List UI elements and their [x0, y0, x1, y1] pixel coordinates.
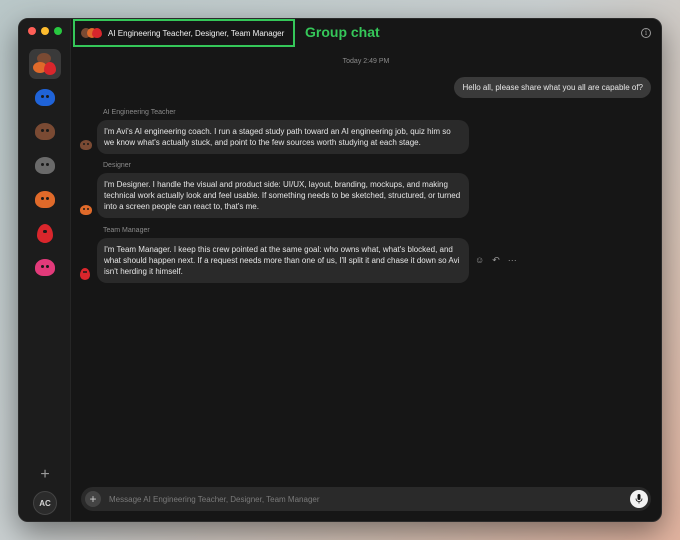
attach-button[interactable]: + [85, 491, 101, 507]
add-agent-button[interactable]: + [33, 463, 57, 487]
orange-blob-icon [35, 190, 55, 208]
pink-blob-icon [35, 258, 55, 276]
chat-header: AI Engineering Teacher, Designer, Team M… [71, 19, 661, 49]
info-icon[interactable]: i [641, 28, 651, 38]
sender-avatar [80, 268, 90, 280]
sidebar-item-agent-brown[interactable] [29, 116, 61, 146]
more-options-icon[interactable]: ··· [508, 255, 517, 266]
message-bubble: I'm Avi's AI engineering coach. I run a … [97, 120, 469, 154]
group-avatars-icon [81, 27, 103, 39]
chat-title: AI Engineering Teacher, Designer, Team M… [108, 28, 285, 38]
message-sender: Designer [103, 162, 132, 169]
microphone-button[interactable] [630, 490, 648, 508]
sender-avatar [80, 140, 92, 150]
sidebar: + AC [19, 19, 71, 521]
blue-blob-icon [35, 88, 55, 106]
reply-icon[interactable]: ↶ [492, 255, 500, 266]
react-emoji-icon[interactable]: ☺ [475, 255, 484, 266]
sidebar-item-agent-pink[interactable] [29, 252, 61, 282]
sender-avatar [80, 205, 92, 215]
sidebar-item-agent-red[interactable] [29, 218, 61, 248]
microphone-icon [635, 494, 643, 504]
sidebar-item-agent-blue[interactable] [29, 82, 61, 112]
sidebar-item-agent-orange[interactable] [29, 184, 61, 214]
sidebar-item-agent-gray[interactable] [29, 150, 61, 180]
user-avatar[interactable]: AC [33, 491, 57, 515]
timestamp: Today 2:49 PM [342, 58, 390, 65]
red-drop-icon [80, 268, 90, 280]
app-window: + AC AI Engineering Teacher, Designer, T… [18, 18, 662, 522]
close-window-button[interactable] [28, 27, 36, 35]
chat-main: AI Engineering Teacher, Designer, Team M… [71, 19, 661, 521]
message-bubble: I'm Designer. I handle the visual and pr… [97, 173, 469, 218]
message-input[interactable] [109, 494, 630, 504]
message-sender: Team Manager [103, 227, 150, 234]
gray-blob-icon [35, 156, 55, 174]
brown-blob-icon [35, 122, 55, 140]
message-actions: ☺ ↶ ··· [475, 255, 517, 266]
group-icon [33, 53, 57, 75]
sidebar-item-group-chat[interactable] [29, 49, 61, 79]
zoom-window-button[interactable] [54, 27, 62, 35]
message-sender: AI Engineering Teacher [103, 109, 176, 116]
user-message-bubble: Hello all, please share what you all are… [454, 77, 651, 98]
traffic-lights [28, 27, 62, 35]
group-chat-annotation: Group chat [305, 24, 380, 40]
minimize-window-button[interactable] [41, 27, 49, 35]
message-composer: + [81, 487, 651, 511]
message-bubble: I'm Team Manager. I keep this crew point… [97, 238, 469, 283]
chat-title-box[interactable]: AI Engineering Teacher, Designer, Team M… [73, 19, 295, 47]
orange-blob-icon [80, 205, 92, 215]
brown-blob-icon [80, 140, 92, 150]
red-drop-icon [37, 223, 53, 243]
